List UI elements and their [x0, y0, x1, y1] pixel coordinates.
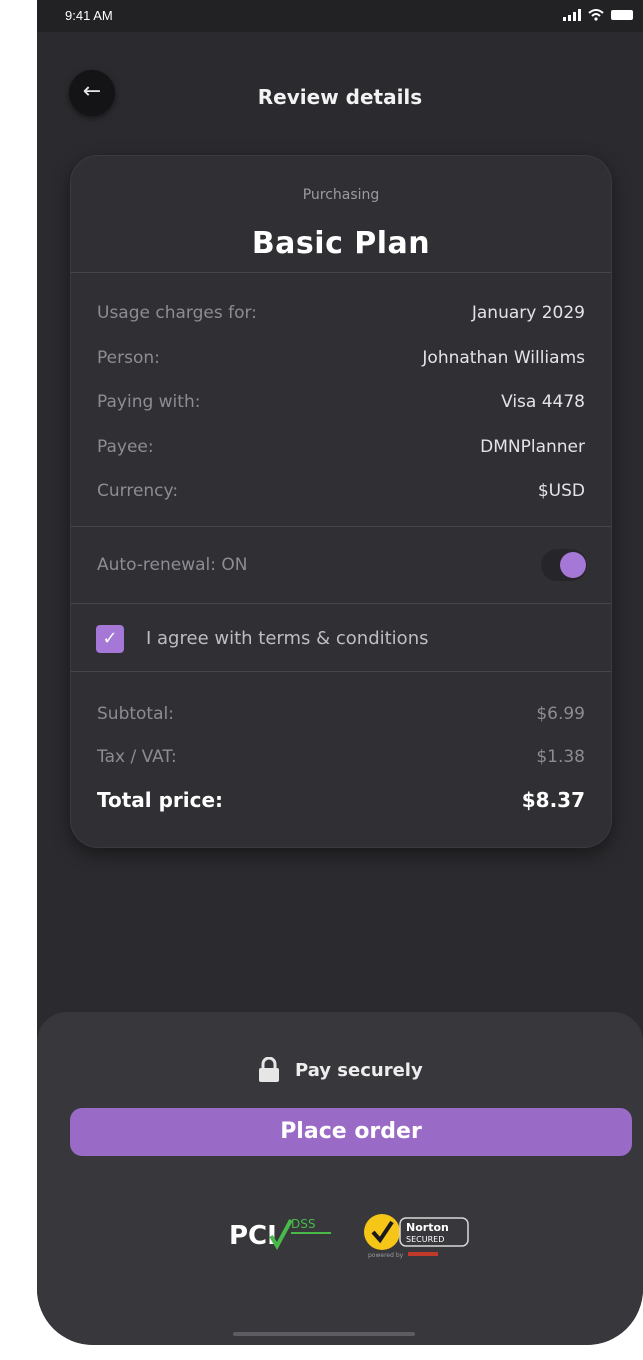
powered-by-text: powered by — [368, 1252, 404, 1259]
pci-text: PCI — [229, 1221, 277, 1251]
detail-label: Paying with: — [97, 392, 201, 412]
divider — [71, 526, 611, 527]
auto-renewal-toggle[interactable] — [541, 549, 587, 581]
subtotal-row: Subtotal: $6.99 — [97, 699, 585, 729]
toggle-knob — [560, 552, 586, 578]
detail-label: Person: — [97, 348, 160, 368]
terms-label[interactable]: I agree with terms & conditions — [146, 625, 428, 653]
detail-row-person: Person: Johnathan Williams — [97, 343, 585, 373]
purchasing-label: Purchasing — [302, 187, 380, 203]
tax-row: Tax / VAT: $1.38 — [97, 742, 585, 772]
tax-value: $1.38 — [536, 747, 585, 767]
divider — [71, 603, 611, 604]
total-label: Total price: — [97, 788, 224, 812]
norton-secured-logo: Norton SECURED powered by — [364, 1214, 469, 1259]
auto-renewal-row: Auto-renewal: ON — [97, 550, 585, 580]
plan-name: Basic Plan — [251, 226, 431, 261]
checkout-sheet: Pay securely Place order PCI DSS Norton … — [37, 1012, 643, 1345]
secured-text: SECURED — [406, 1235, 444, 1244]
detail-value: January 2029 — [471, 303, 585, 323]
tax-label: Tax / VAT: — [97, 747, 177, 767]
pci-dss-logo: PCI DSS — [229, 1217, 331, 1251]
subtotal-label: Subtotal: — [97, 704, 174, 724]
detail-label: Currency: — [97, 481, 179, 501]
order-summary-card: Purchasing Basic Plan Usage charges for:… — [70, 155, 612, 848]
status-time: 9:41 AM — [65, 8, 113, 23]
auto-renewal-label: Auto-renewal: ON — [97, 555, 248, 575]
pay-securely-label: Pay securely — [295, 1060, 423, 1081]
dss-text: DSS — [291, 1217, 315, 1231]
lock-icon — [259, 1057, 279, 1082]
detail-value: DMNPlanner — [480, 437, 585, 457]
place-order-button[interactable]: Place order — [70, 1108, 632, 1156]
battery-icon — [611, 10, 633, 20]
detail-value: Johnathan Williams — [422, 348, 585, 368]
detail-row-payment: Paying with: Visa 4478 — [97, 387, 585, 417]
divider — [71, 671, 611, 672]
status-icons — [563, 9, 633, 21]
total-value: $8.37 — [521, 788, 585, 812]
wifi-icon — [588, 9, 604, 21]
detail-row-payee: Payee: DMNPlanner — [97, 432, 585, 462]
detail-label: Usage charges for: — [97, 303, 257, 323]
signal-icon — [563, 9, 581, 21]
page-title: Review details — [257, 85, 423, 109]
phone-screen: 9:41 AM ← Review details Purchasing Basi… — [37, 0, 643, 1345]
subtotal-value: $6.99 — [536, 704, 585, 724]
detail-row-currency: Currency: $USD — [97, 476, 585, 506]
home-indicator[interactable] — [233, 1332, 415, 1336]
divider — [71, 272, 611, 273]
detail-row-usage: Usage charges for: January 2029 — [97, 298, 585, 328]
checkmark-icon: ✓ — [102, 628, 118, 649]
status-bar: 9:41 AM — [37, 0, 643, 32]
terms-checkbox[interactable]: ✓ — [96, 625, 124, 653]
norton-text: Norton — [406, 1221, 449, 1234]
detail-label: Payee: — [97, 437, 154, 457]
detail-value: Visa 4478 — [501, 392, 585, 412]
detail-value: $USD — [537, 481, 585, 501]
total-row: Total price: $8.37 — [97, 785, 585, 815]
